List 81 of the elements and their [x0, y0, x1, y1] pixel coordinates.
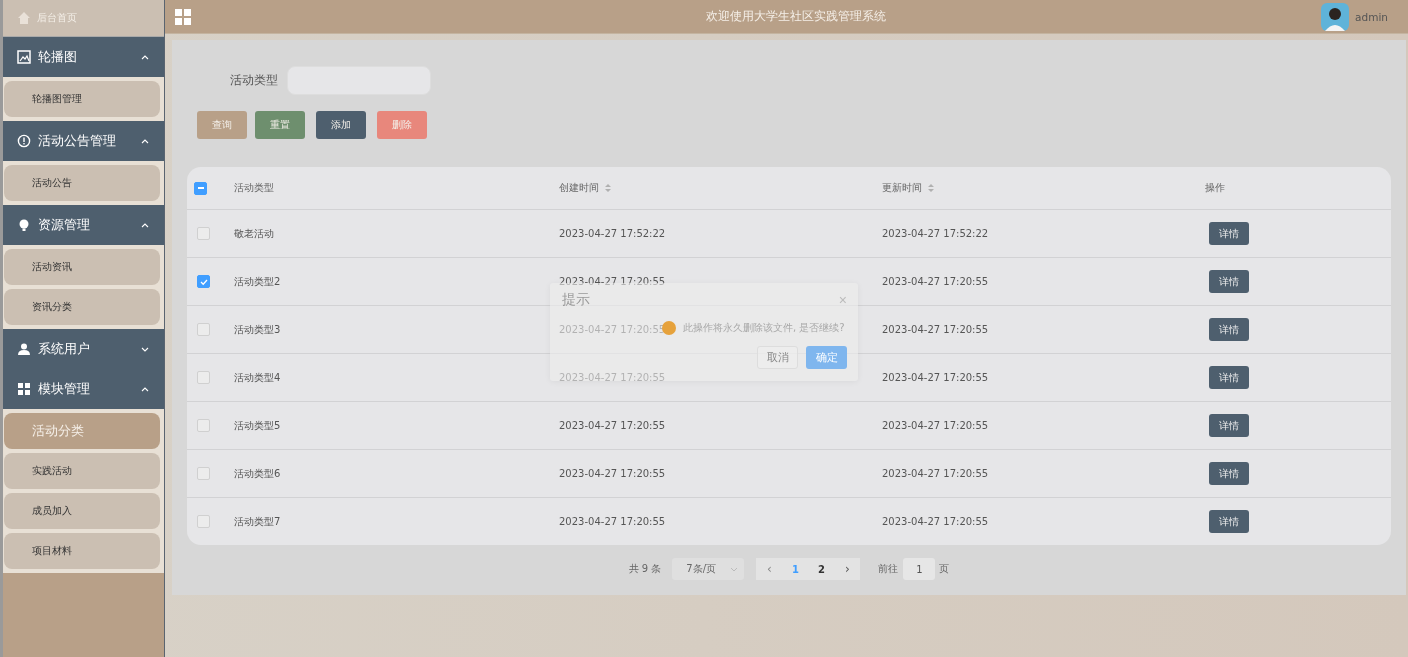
menu-group[interactable]: 资源管理: [3, 205, 164, 245]
checkbox[interactable]: [197, 227, 210, 240]
page-size-select[interactable]: 7条/页: [672, 558, 745, 580]
detail-button[interactable]: 详情: [1209, 270, 1249, 293]
detail-button[interactable]: 详情: [1209, 510, 1249, 533]
column-header[interactable]: 更新时间: [882, 181, 922, 195]
column-header: 操作: [1205, 181, 1225, 195]
table-cell: 2023-04-27 17:52:22: [882, 228, 989, 239]
table-cell: 2023-04-27 17:20:55: [559, 516, 666, 527]
table-cell: 2023-04-27 17:20:55: [882, 276, 989, 287]
bulb-icon: [17, 218, 31, 232]
menu-item[interactable]: 资讯分类: [4, 289, 160, 325]
table-cell: 2023-04-27 17:20:55: [882, 516, 989, 527]
chevron-down-icon: [730, 566, 739, 572]
page-suffix: 页: [939, 562, 950, 576]
menu-icon[interactable]: [175, 8, 191, 25]
menu-group-label[interactable]: 系统用户: [38, 340, 133, 358]
table-cell: 2023-04-27 17:20:55: [882, 372, 989, 383]
next-page-button[interactable]: ›: [834, 558, 861, 580]
menu-item[interactable]: 轮播图管理: [4, 81, 160, 117]
dialog-title: 提示: [562, 291, 590, 309]
table-cell: 2023-04-27 17:52:22: [559, 228, 666, 239]
table-cell: 活动类型7: [234, 514, 281, 529]
column-header: 活动类型: [234, 181, 274, 195]
table-cell: 活动类型5: [234, 418, 281, 433]
page-jump-field[interactable]: 1: [903, 558, 936, 580]
menu-item[interactable]: 活动公告: [4, 165, 160, 201]
menu-item[interactable]: 成员加入: [4, 493, 160, 529]
checkbox[interactable]: [197, 419, 210, 432]
detail-button[interactable]: 详情: [1209, 222, 1249, 245]
detail-button[interactable]: 详情: [1209, 318, 1249, 341]
table-cell: 活动类型6: [234, 466, 281, 481]
menu-item[interactable]: 活动资讯: [4, 249, 160, 285]
table-cell: 2023-04-27 17:20:55: [559, 324, 666, 335]
checkbox[interactable]: [194, 181, 207, 195]
field-label: 活动类型: [230, 73, 278, 88]
detail-button[interactable]: 详情: [1209, 414, 1249, 437]
table-cell: 活动类型3: [234, 322, 281, 337]
column-header[interactable]: 创建时间: [559, 181, 599, 195]
menu-group-label[interactable]: 轮播图: [38, 48, 133, 66]
table-cell: 2023-04-27 17:20:55: [559, 276, 666, 287]
menu-group[interactable]: 模块管理: [3, 369, 164, 409]
table-cell: 活动类型2: [234, 274, 281, 289]
user-icon: [17, 342, 31, 356]
menu-group-label[interactable]: 模块管理: [38, 380, 133, 398]
table-cell: 2023-04-27 17:20:55: [882, 420, 989, 431]
table-cell: 活动类型4: [234, 370, 281, 385]
table-cell: 2023-04-27 17:20:55: [559, 468, 666, 479]
menu-group-label[interactable]: 活动公告管理: [38, 132, 133, 150]
checkbox[interactable]: [197, 515, 210, 528]
menu-group-label[interactable]: 资源管理: [38, 216, 133, 234]
grid-icon: [17, 382, 31, 396]
menu-item[interactable]: 实践活动: [4, 453, 160, 489]
warning-icon: [662, 321, 676, 335]
add-button[interactable]: 添加: [316, 111, 366, 139]
avatar[interactable]: [1321, 2, 1350, 31]
table-cell: 2023-04-27 17:20:55: [559, 420, 666, 431]
detail-button[interactable]: 详情: [1209, 366, 1249, 389]
checkbox[interactable]: [197, 371, 210, 384]
menu-group[interactable]: 轮播图: [3, 37, 164, 77]
table-cell: 敬老活动: [234, 226, 274, 241]
app-title: 欢迎使用大学生社区实践管理系统: [705, 9, 888, 24]
detail-button[interactable]: 详情: [1209, 462, 1249, 485]
table-cell: 2023-04-27 17:20:55: [559, 372, 666, 383]
checkbox[interactable]: [197, 275, 210, 288]
image-icon: [17, 50, 31, 64]
table-cell: 2023-04-27 17:20:55: [882, 468, 989, 479]
goto-label: 前往: [878, 562, 899, 576]
home-icon: [17, 11, 31, 25]
reset-button[interactable]: 重置: [255, 111, 305, 139]
table-cell: 2023-04-27 17:20:55: [882, 324, 989, 335]
menu-group[interactable]: 活动公告管理: [3, 121, 164, 161]
total-count: 共 9 条: [628, 562, 662, 576]
menu-group[interactable]: 系统用户: [3, 329, 164, 369]
info-icon: [17, 134, 31, 148]
checkbox[interactable]: [197, 323, 210, 336]
page-button[interactable]: 2: [808, 558, 835, 580]
menu-item[interactable]: 项目材料: [4, 533, 160, 569]
checkbox[interactable]: [197, 467, 210, 480]
page-size-value: 7条/页: [686, 562, 717, 576]
cancel-button[interactable]: 取消: [757, 346, 798, 369]
